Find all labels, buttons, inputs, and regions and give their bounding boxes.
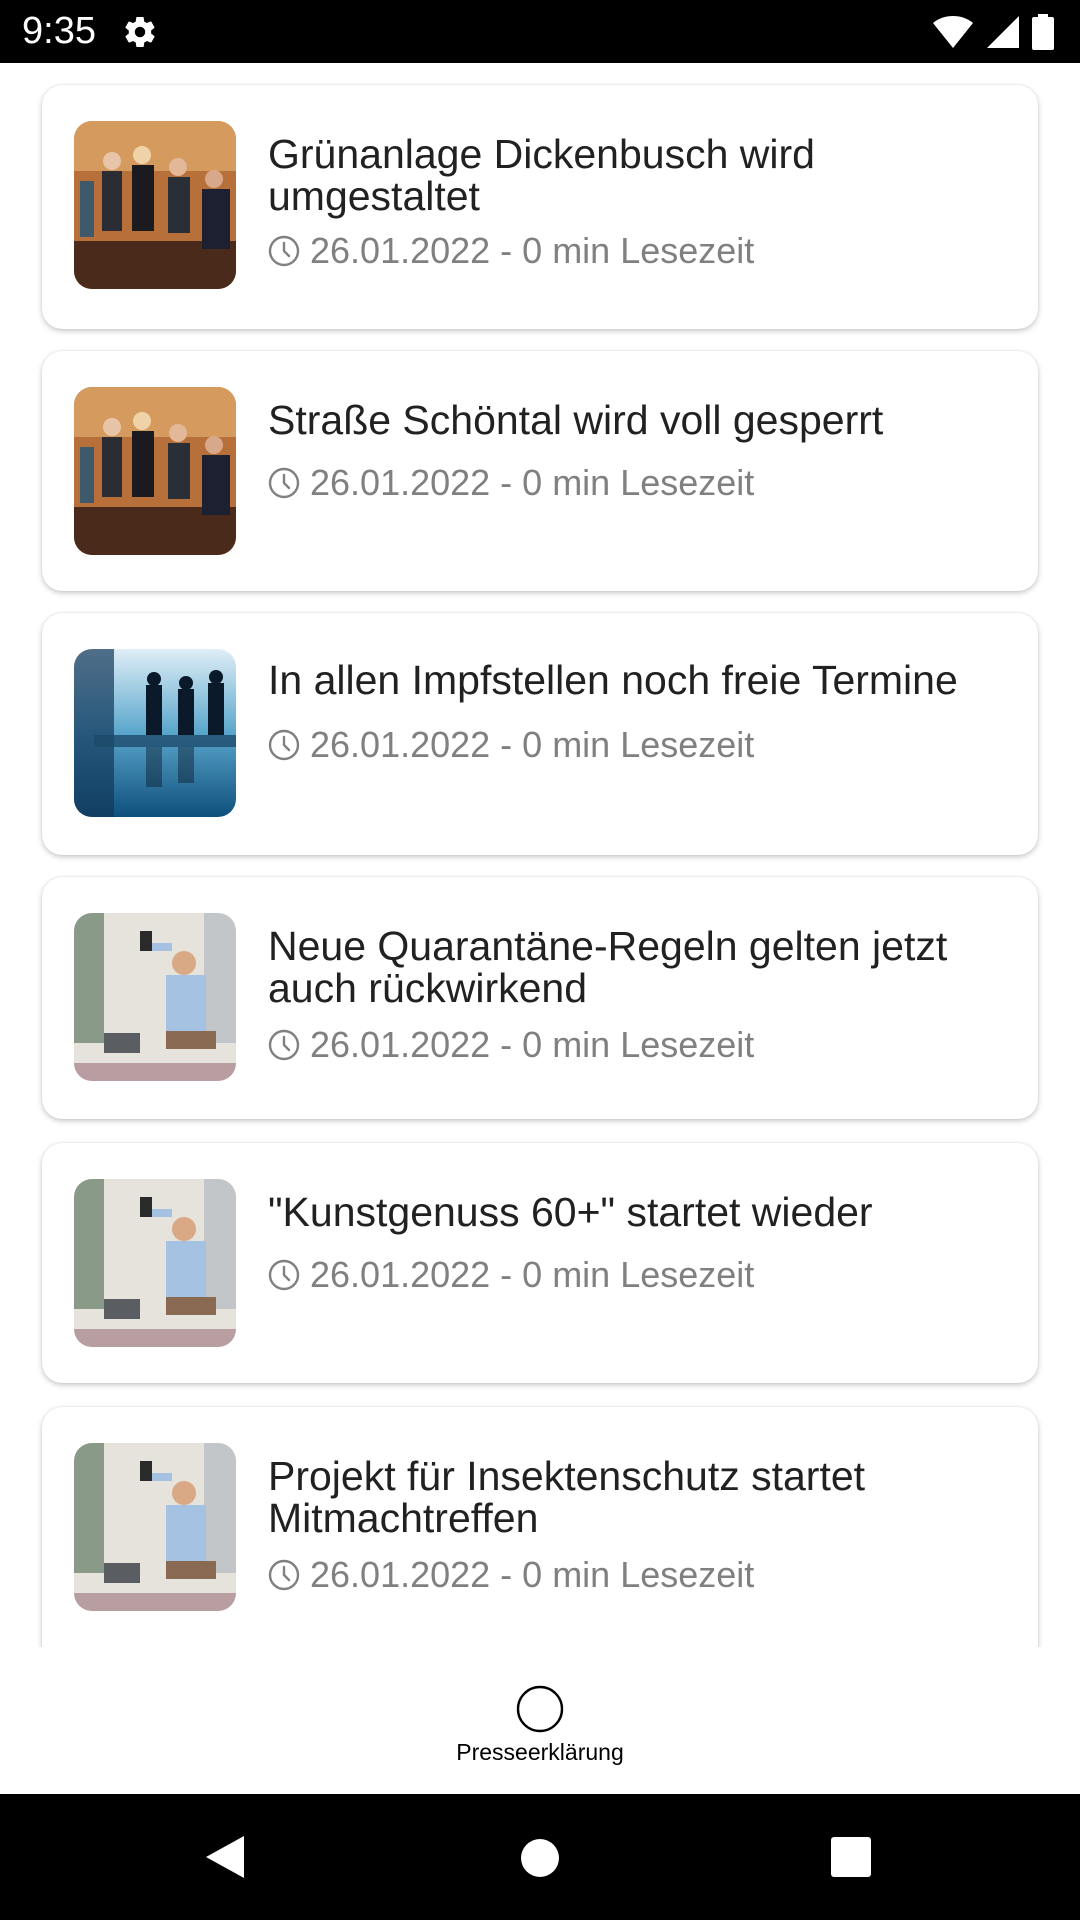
article-title: Straße Schöntal wird voll gesperrt	[268, 397, 884, 443]
team-meeting-photo-icon	[74, 387, 236, 555]
article-meta: 26.01.2022 - 0 min Lesezeit	[268, 462, 755, 503]
article-thumbnail	[74, 387, 236, 555]
article-date: 26.01.2022 - 0 min Lesezeit	[310, 724, 755, 765]
article-card[interactable]: Straße Schöntal wird voll gesperrt 26.01…	[42, 351, 1038, 591]
recents-icon[interactable]	[830, 1836, 872, 1878]
article-title: Projekt für Insektenschutz startet Mitma…	[268, 1453, 866, 1541]
back-icon[interactable]	[204, 1834, 246, 1880]
article-date: 26.01.2022 - 0 min Lesezeit	[310, 462, 755, 503]
article-thumbnail	[74, 1179, 236, 1347]
battery-icon	[1032, 14, 1054, 50]
article-date: 26.01.2022 - 0 min Lesezeit	[310, 230, 755, 271]
signal-icon	[987, 16, 1019, 48]
clock-icon	[268, 1559, 300, 1591]
status-bar: 9:35	[0, 0, 1080, 63]
selfie-office-photo-icon	[74, 1179, 236, 1347]
article-card[interactable]: Grünanlage Dickenbusch wird umgestaltet …	[42, 85, 1038, 329]
article-date: 26.01.2022 - 0 min Lesezeit	[310, 1254, 755, 1295]
nav-item-presseerklaerung[interactable]: Presseerklärung	[420, 1647, 660, 1794]
nav-label: Presseerklärung	[456, 1739, 624, 1765]
article-card[interactable]: Projekt für Insektenschutz startet Mitma…	[42, 1407, 1038, 1647]
article-thumbnail	[74, 121, 236, 289]
article-meta: 26.01.2022 - 0 min Lesezeit	[268, 724, 755, 765]
clock-icon	[268, 235, 300, 267]
conference-room-photo-icon	[74, 649, 236, 817]
article-card[interactable]: In allen Impfstellen noch freie Termine …	[42, 613, 1038, 855]
team-meeting-photo-icon	[74, 121, 236, 289]
selfie-office-photo-icon	[74, 913, 236, 1081]
article-meta: 26.01.2022 - 0 min Lesezeit	[268, 230, 755, 271]
article-card[interactable]: "Kunstgenuss 60+" startet wieder 26.01.2…	[42, 1143, 1038, 1383]
clock-icon	[268, 729, 300, 761]
clock-icon	[268, 1259, 300, 1291]
bottom-navigation: Presseerklärung	[0, 1647, 1080, 1794]
status-icons	[932, 12, 1054, 52]
clock-icon	[268, 467, 300, 499]
article-thumbnail	[74, 913, 236, 1081]
status-time: 9:35	[22, 10, 96, 52]
home-icon[interactable]	[520, 1838, 560, 1878]
article-thumbnail	[74, 1443, 236, 1611]
article-date: 26.01.2022 - 0 min Lesezeit	[310, 1024, 755, 1065]
article-title: In allen Impfstellen noch freie Termine	[268, 657, 958, 703]
article-meta: 26.01.2022 - 0 min Lesezeit	[268, 1254, 755, 1295]
article-date: 26.01.2022 - 0 min Lesezeit	[310, 1554, 755, 1595]
clock-icon	[268, 1029, 300, 1061]
article-card[interactable]: Neue Quarantäne-Regeln gelten jetzt auch…	[42, 877, 1038, 1119]
gear-icon	[125, 17, 155, 48]
article-title: Grünanlage Dickenbusch wird umgestaltet	[268, 131, 815, 219]
article-title: Neue Quarantäne-Regeln gelten jetzt auch…	[268, 923, 948, 1011]
article-meta: 26.01.2022 - 0 min Lesezeit	[268, 1024, 755, 1065]
article-thumbnail	[74, 649, 236, 817]
article-meta: 26.01.2022 - 0 min Lesezeit	[268, 1554, 755, 1595]
circle-icon	[516, 1685, 564, 1733]
article-title: "Kunstgenuss 60+" startet wieder	[268, 1189, 873, 1235]
wifi-icon	[933, 16, 973, 48]
article-list[interactable]: Grünanlage Dickenbusch wird umgestaltet …	[0, 63, 1080, 1647]
selfie-office-photo-icon	[74, 1443, 236, 1611]
system-navigation-bar	[0, 1794, 1080, 1920]
